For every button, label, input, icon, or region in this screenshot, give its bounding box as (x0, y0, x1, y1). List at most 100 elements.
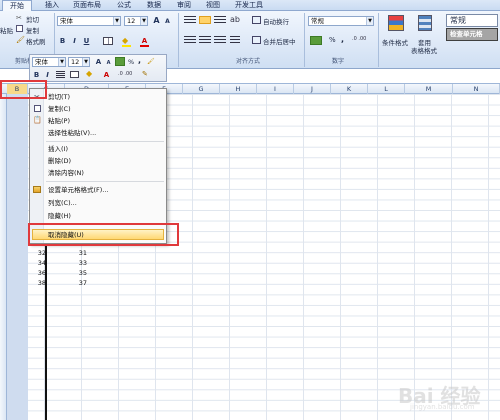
menu-item-insert[interactable]: 插入(I) (48, 144, 68, 154)
cell-c-value[interactable]: 31 (69, 249, 87, 257)
mini-bold-button[interactable]: B (32, 70, 41, 79)
mini-font-combo[interactable]: 宋体 ▼ (32, 57, 66, 67)
menu-item-paste[interactable]: 粘贴(P) (48, 116, 70, 126)
style-check-cell[interactable]: 检查单元格 (446, 28, 498, 41)
chevron-down-icon[interactable]: ▼ (58, 58, 65, 66)
chevron-down-icon[interactable]: ▼ (113, 17, 120, 25)
cell-b-value[interactable]: 38 (28, 279, 46, 287)
mini-borders-icon[interactable] (70, 71, 79, 78)
cell-b-value[interactable]: 32 (28, 249, 46, 257)
align-right-icon[interactable] (214, 36, 226, 44)
mini-grow-font-button[interactable]: A (94, 57, 103, 66)
menu-item-paste-special[interactable]: 选择性粘贴(V)... (48, 128, 96, 138)
cell-c-value[interactable]: 37 (69, 279, 87, 287)
group-separator (304, 13, 305, 67)
menu-item-column-width[interactable]: 列宽(C)... (48, 198, 77, 208)
cell-b-value[interactable]: 36 (28, 269, 46, 277)
mini-italic-button[interactable]: I (43, 70, 52, 79)
mini-fill-color-icon[interactable]: ◆ (86, 69, 95, 78)
format-painter-button[interactable]: 格式刷 (26, 36, 46, 46)
menu-item-hide[interactable]: 隐藏(H) (48, 211, 71, 221)
decimal-icon[interactable]: .0 .00 (352, 36, 370, 44)
tab-review[interactable]: 审阅 (172, 0, 196, 11)
orientation-icon[interactable]: ab (230, 15, 240, 24)
conditional-format-button[interactable]: 条件格式 (382, 37, 408, 47)
mini-shrink-label: A (106, 60, 111, 66)
align-bottom-icon[interactable] (214, 16, 226, 24)
number-group-label: 数字 (331, 58, 344, 65)
column-header-j[interactable]: J (294, 84, 331, 94)
menu-item-cut[interactable]: 剪切(T) (48, 92, 70, 102)
mini-comma-button[interactable]: , (138, 56, 141, 65)
wrap-text-button[interactable]: 自动换行 (263, 16, 289, 26)
fill-color-icon[interactable]: ◆ (122, 36, 131, 45)
menu-item-copy[interactable]: 复制(C) (48, 104, 71, 114)
cell-c-value[interactable]: 35 (69, 269, 87, 277)
comma-button[interactable]: , (341, 35, 344, 44)
align-left-icon[interactable] (184, 36, 196, 44)
ribbon-tab-bar: 开始 插入 页面布局 公式 数据 审阅 视图 开发工具 (0, 0, 500, 12)
column-header-m[interactable]: M (405, 84, 453, 94)
tab-developer[interactable]: 开发工具 (230, 0, 268, 11)
mini-toolbar: 宋体 ▼ 12 ▼ A A % , 🖌 B I ◆ A .0 .00 ✎ (29, 54, 167, 82)
tab-page-layout[interactable]: 页面布局 (68, 0, 106, 11)
mini-currency-icon[interactable] (115, 57, 125, 66)
watermark: Bai 经验 jingyan.baidu.com (390, 380, 498, 414)
style-normal[interactable]: 常规 (446, 14, 498, 27)
column-header-h[interactable]: H (220, 84, 257, 94)
tab-formulas[interactable]: 公式 (112, 0, 136, 11)
grow-font-button[interactable]: A (152, 16, 161, 25)
currency-icon[interactable] (310, 36, 322, 45)
chevron-down-icon[interactable]: ▼ (82, 58, 89, 66)
underline-button[interactable]: U (82, 36, 91, 45)
tab-view[interactable]: 视图 (201, 0, 225, 11)
mini-brush-icon[interactable]: ✎ (142, 70, 152, 79)
column-header-l[interactable]: L (368, 84, 405, 94)
tab-insert[interactable]: 插入 (40, 0, 64, 11)
mini-font-color-label: A (103, 71, 110, 79)
cell-b-value[interactable]: 34 (28, 259, 46, 267)
font-color-label: A (141, 37, 148, 45)
row-headers[interactable] (0, 94, 7, 420)
mini-percent-button[interactable]: % (128, 58, 134, 66)
font-color-button[interactable]: A (140, 36, 149, 45)
percent-button[interactable]: % (329, 36, 336, 44)
shrink-font-button[interactable]: A (163, 17, 172, 26)
copy-button[interactable]: 复制 (26, 25, 39, 35)
mini-font-color-button[interactable]: A (102, 70, 111, 79)
paste-button-label[interactable]: 粘贴 (0, 25, 13, 35)
menu-separator (46, 141, 164, 142)
menu-item-clear-contents[interactable]: 清除内容(N) (48, 168, 84, 178)
column-header-g[interactable]: G (183, 84, 220, 94)
chevron-down-icon[interactable]: ▼ (366, 17, 373, 25)
mini-size-combo[interactable]: 12 ▼ (68, 57, 90, 67)
font-name-combo[interactable]: 宋体 ▼ (57, 16, 121, 26)
borders-icon[interactable] (103, 37, 113, 45)
italic-button[interactable]: I (70, 36, 79, 45)
mini-decimal-icon[interactable]: .0 .00 (118, 71, 136, 78)
mini-shrink-font-button[interactable]: A (104, 58, 113, 67)
font-size-combo[interactable]: 12 ▼ (124, 16, 148, 26)
column-header-i[interactable]: I (257, 84, 294, 94)
mini-italic-label: I (46, 71, 49, 79)
align-top-icon[interactable] (184, 16, 196, 24)
mini-format-painter-icon[interactable]: 🖌 (147, 58, 156, 66)
merge-center-button[interactable]: 合并后居中 (263, 36, 296, 46)
chevron-down-icon[interactable]: ▼ (140, 17, 147, 25)
align-center-icon[interactable] (199, 36, 211, 44)
menu-item-delete[interactable]: 删除(D) (48, 156, 71, 166)
bold-button[interactable]: B (58, 36, 67, 45)
number-format-combo[interactable]: 常规 ▼ (308, 16, 374, 26)
indent-icon[interactable] (230, 36, 240, 44)
context-menu: ✂ 剪切(T) 复制(C) 📋 粘贴(P) 选择性粘贴(V)... 插入(I) … (29, 88, 167, 244)
cell-c-value[interactable]: 33 (69, 259, 87, 267)
mini-align-center-icon[interactable] (56, 71, 65, 78)
format-as-table-line2[interactable]: 表格格式 (411, 45, 437, 55)
menu-item-format-cells[interactable]: 设置单元格格式(F)... (48, 185, 109, 195)
column-header-k[interactable]: K (331, 84, 368, 94)
cut-button[interactable]: 剪切 (26, 14, 39, 24)
column-header-n[interactable]: N (453, 84, 500, 94)
tab-data[interactable]: 数据 (142, 0, 166, 11)
italic-label: I (73, 37, 76, 45)
align-middle-icon[interactable] (199, 16, 211, 24)
